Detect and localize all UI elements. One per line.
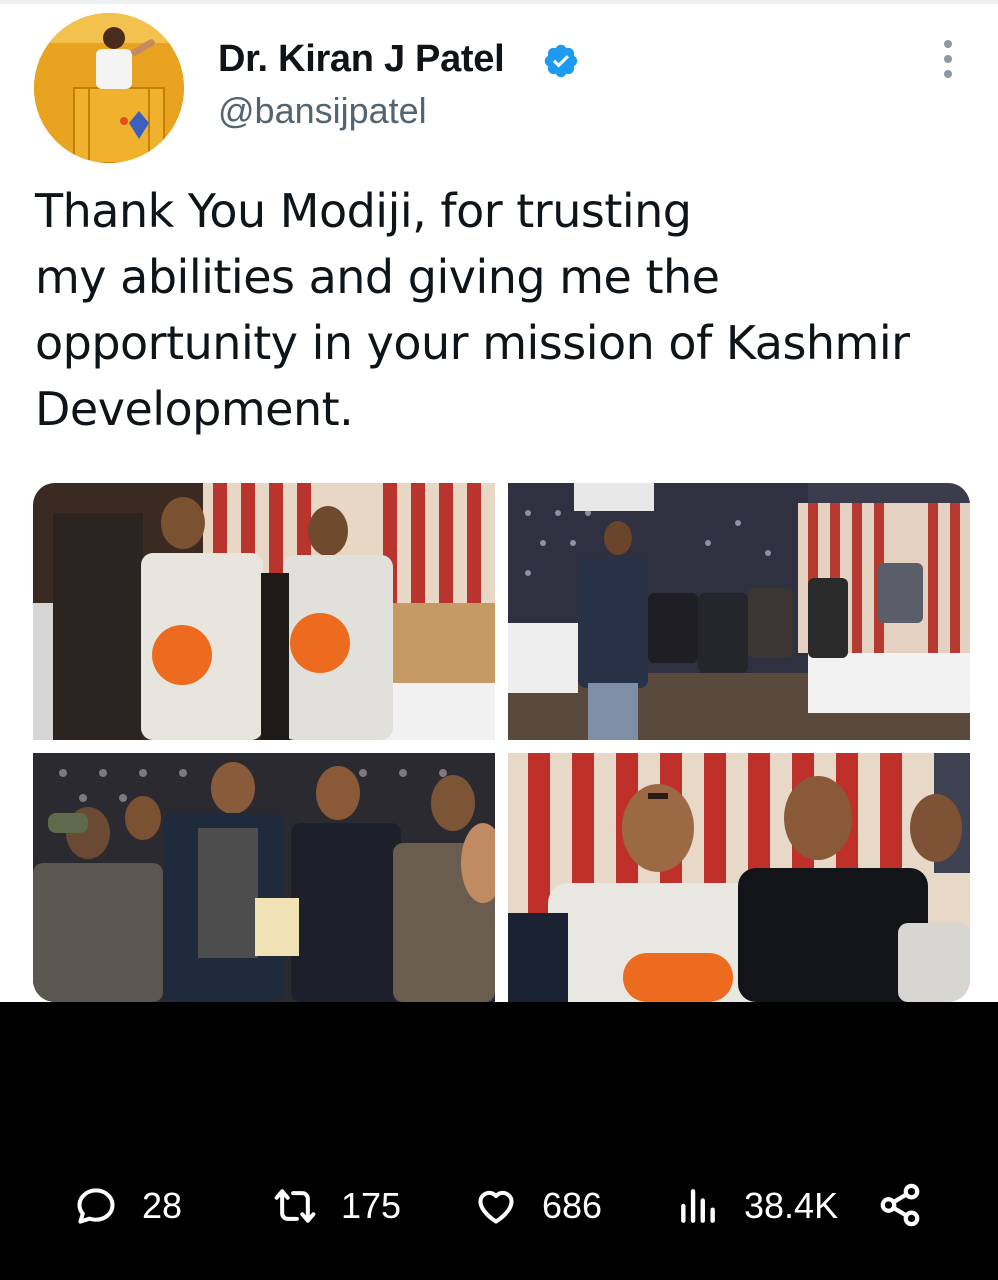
- share-icon[interactable]: [877, 1182, 923, 1228]
- retweet-icon: [274, 1189, 316, 1223]
- author-handle[interactable]: @bansijpatel: [218, 90, 427, 132]
- tweet-photo-1[interactable]: [33, 483, 495, 740]
- engagement-bar: 28 175 686 38.4K: [0, 1002, 998, 1280]
- like-count: 686: [542, 1185, 603, 1226]
- reply-icon: [77, 1188, 115, 1224]
- verified-badge-icon: [544, 44, 578, 78]
- heart-icon: [478, 1190, 514, 1224]
- like-button[interactable]: 686: [474, 1182, 602, 1230]
- author-avatar[interactable]: [34, 13, 184, 163]
- reply-count: 28: [142, 1185, 183, 1226]
- author-name[interactable]: Dr. Kiran J Patel: [218, 38, 505, 81]
- retweet-count: 175: [341, 1185, 402, 1226]
- views-count: 38.4K: [744, 1185, 839, 1226]
- tweet-photo-4[interactable]: [508, 753, 970, 1002]
- retweet-button[interactable]: 175: [273, 1182, 401, 1230]
- views-button[interactable]: 38.4K: [676, 1182, 838, 1230]
- tweet-photo-2[interactable]: [508, 483, 970, 740]
- top-divider: [0, 0, 998, 4]
- media-grid: [33, 483, 970, 1002]
- tweet-photo-3[interactable]: [33, 753, 495, 1002]
- reply-button[interactable]: 28: [74, 1182, 182, 1230]
- views-icon: [681, 1189, 715, 1223]
- more-vertical-icon[interactable]: [936, 38, 960, 80]
- tweet-text: Thank You Modiji, for trusting my abilit…: [35, 184, 910, 436]
